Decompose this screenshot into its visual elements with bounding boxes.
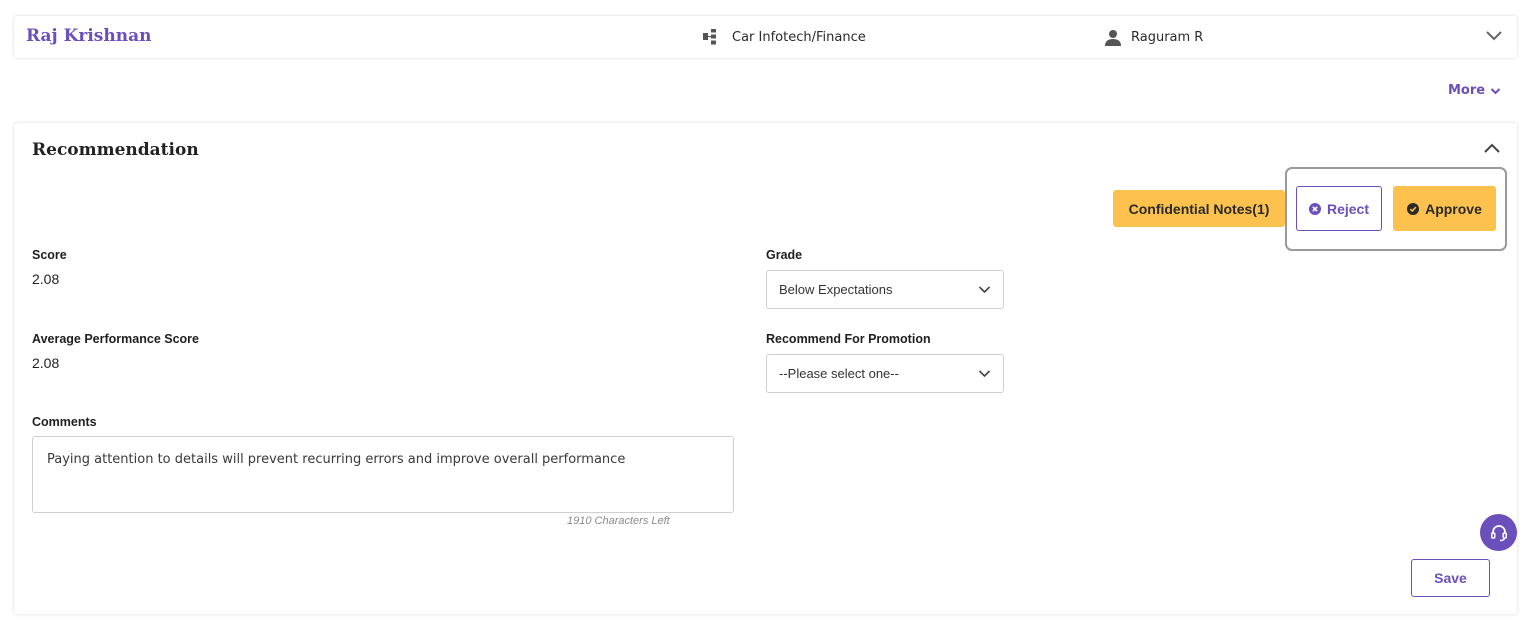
grade-select[interactable]: Below Expectations — [766, 270, 1004, 309]
org-chart-icon — [703, 29, 716, 45]
check-circle-icon — [1407, 202, 1420, 215]
promotion-selected-value: --Please select one-- — [779, 366, 899, 381]
more-label: More — [1448, 83, 1486, 98]
employee-manager: Raguram R — [1104, 29, 1203, 46]
employee-summary-card[interactable]: Raj Krishnan Car Infotech/Finance Ragura… — [14, 16, 1517, 58]
promotion-label: Recommend For Promotion — [766, 332, 931, 346]
department-label: Car Infotech/Finance — [732, 29, 866, 45]
score-label: Score — [32, 248, 67, 262]
manager-label: Raguram R — [1131, 30, 1204, 45]
reject-button[interactable]: Reject — [1296, 186, 1382, 231]
reject-label: Reject — [1326, 200, 1370, 217]
x-circle-icon — [1308, 202, 1321, 215]
confidential-notes-button[interactable]: Confidential Notes(1) — [1113, 190, 1285, 227]
person-icon — [1105, 30, 1121, 46]
chevron-down-icon[interactable] — [1485, 29, 1503, 41]
save-button[interactable]: Save — [1411, 559, 1490, 597]
chevron-down-icon — [978, 286, 991, 294]
chevron-down-icon — [978, 370, 991, 378]
approve-button[interactable]: Approve — [1393, 186, 1496, 231]
average-score-value: 2.08 — [32, 355, 60, 371]
chevron-down-icon — [1490, 87, 1501, 94]
promotion-select[interactable]: --Please select one-- — [766, 354, 1004, 393]
score-value: 2.08 — [32, 271, 60, 287]
characters-left-counter: 1910 Characters Left — [567, 515, 670, 527]
average-score-label: Average Performance Score — [32, 332, 199, 346]
grade-selected-value: Below Expectations — [779, 282, 893, 297]
approve-label: Approve — [1425, 200, 1482, 217]
grade-label: Grade — [766, 248, 803, 262]
recommendation-title: Recommendation — [32, 140, 199, 160]
employee-department: Car Infotech/Finance — [703, 29, 866, 45]
help-chat-button[interactable] — [1480, 514, 1517, 551]
more-toggle[interactable]: More — [1448, 83, 1501, 98]
comments-label: Comments — [32, 415, 97, 429]
recommendation-card: Recommendation Confidential Notes(1) Rej… — [14, 123, 1517, 614]
employee-name[interactable]: Raj Krishnan — [26, 26, 151, 46]
comments-textarea[interactable]: Paying attention to details will prevent… — [32, 436, 734, 513]
chevron-up-icon[interactable] — [1483, 142, 1501, 154]
headset-icon — [1490, 524, 1507, 541]
